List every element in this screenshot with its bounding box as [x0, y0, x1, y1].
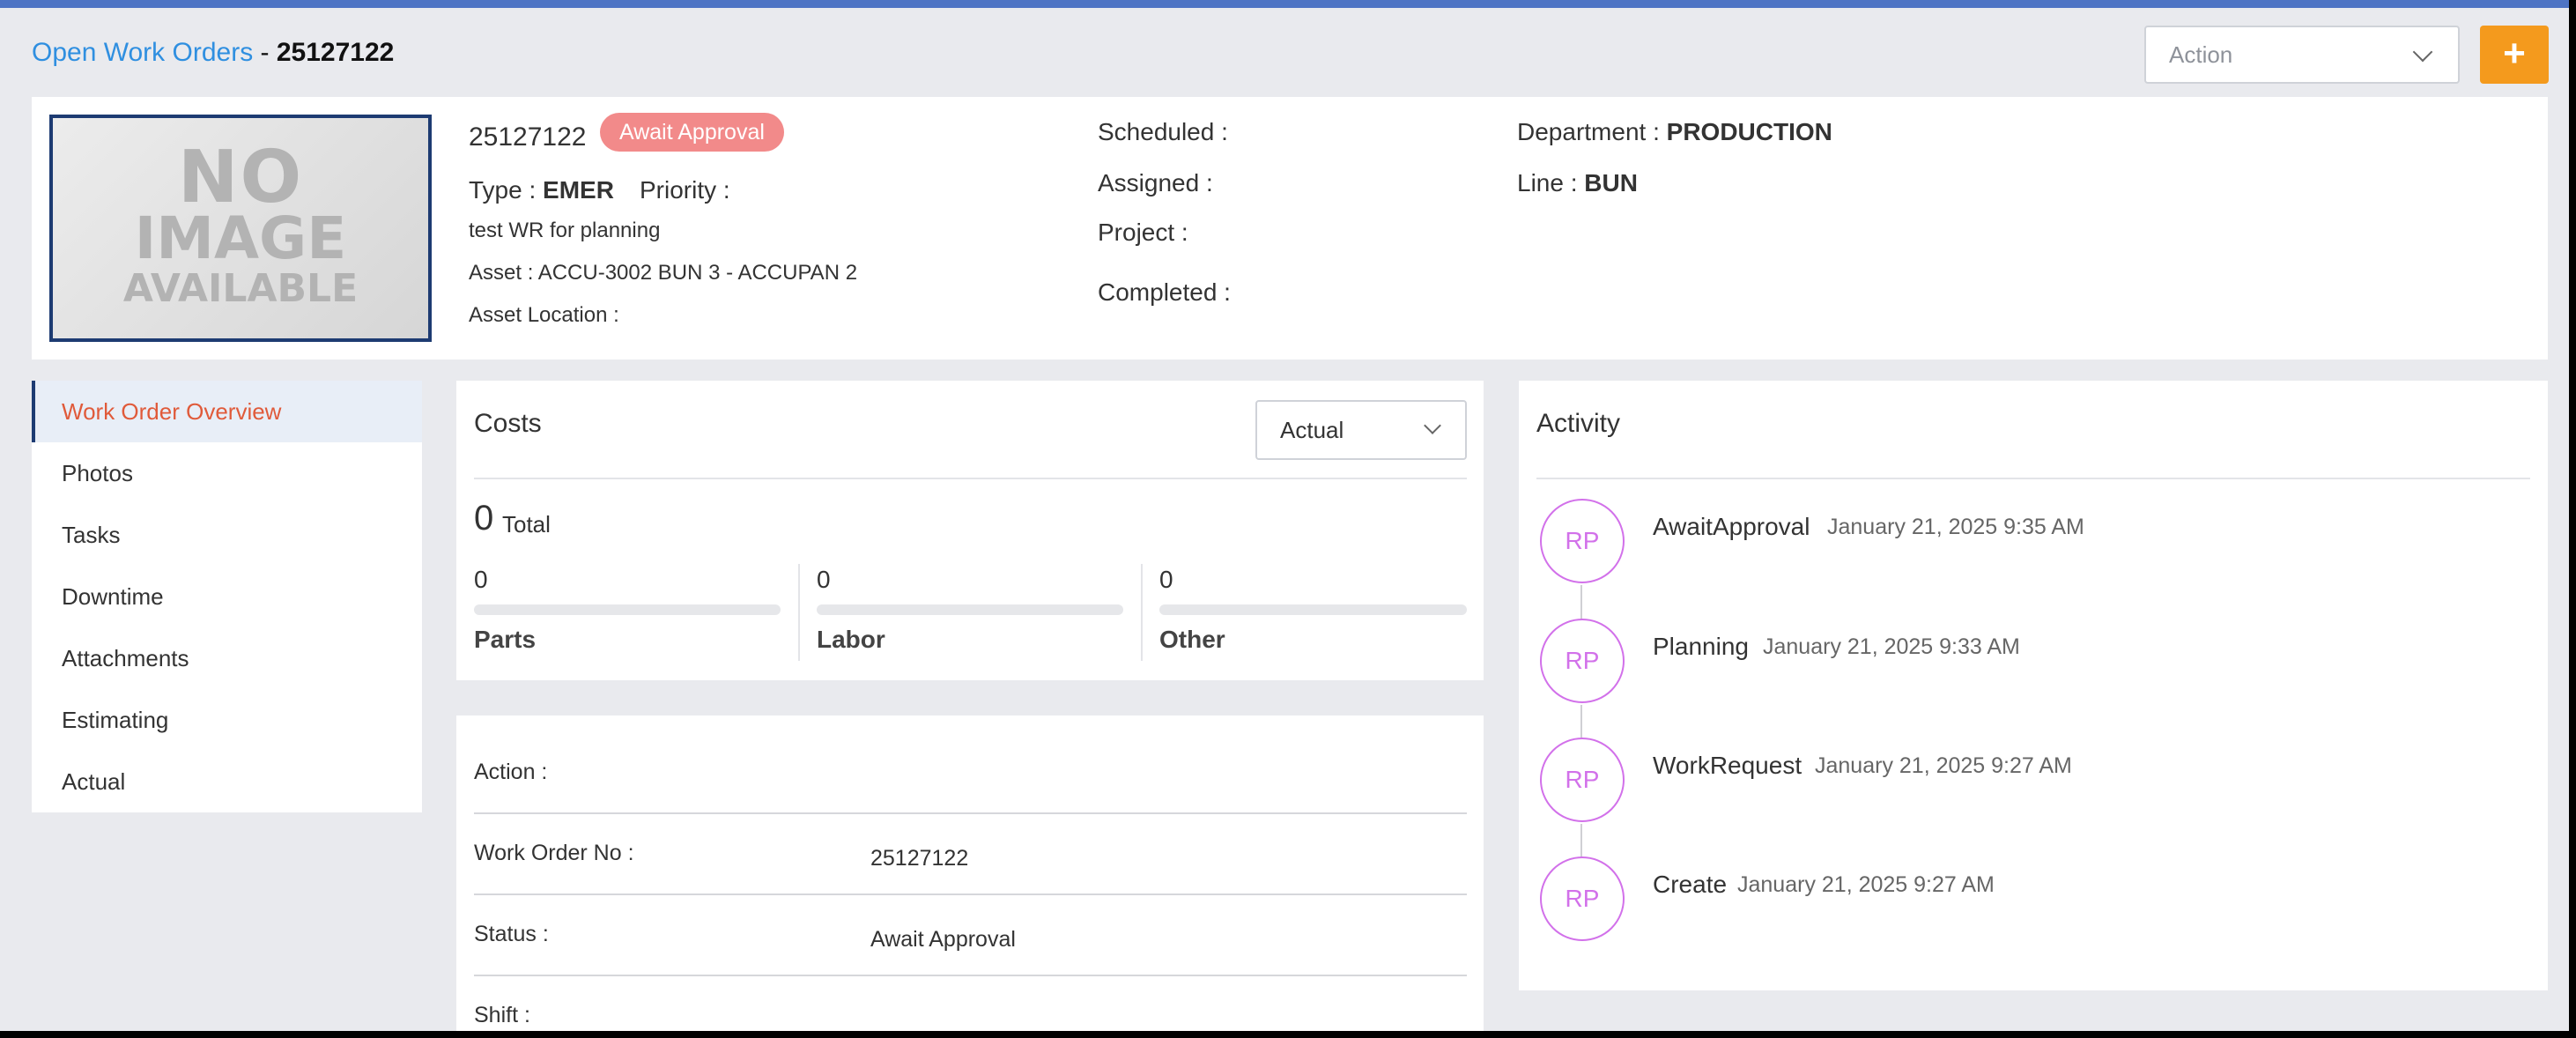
project-label: Project : — [1098, 219, 1188, 246]
page-title: Open Work Orders - 25127122 — [32, 35, 394, 70]
parts-bar — [474, 604, 781, 615]
costs-panel: Costs Actual 0 Total 0 Parts 0 Labor 0 O… — [456, 381, 1484, 680]
nav-item-photos[interactable]: Photos — [32, 442, 422, 504]
line-field: Line : BUN — [1517, 167, 1638, 199]
breadcrumb-open-work-orders[interactable]: Open Work Orders — [32, 38, 253, 67]
type-value: EMER — [543, 176, 614, 204]
type-field: Type : EMER — [469, 174, 614, 206]
no-image-line-1: NO — [177, 136, 304, 219]
costs-mode-dropdown[interactable]: Actual — [1255, 400, 1467, 460]
work-order-description: test WR for planning — [469, 219, 661, 242]
work-order-details-panel: Action : Work Order No : 25127122 Status… — [456, 715, 1484, 1031]
activity-timestamp: January 21, 2025 9:27 AM — [1737, 872, 1995, 897]
status-badge: Await Approval — [600, 113, 784, 152]
activity-timestamp: January 21, 2025 9:27 AM — [1815, 753, 2072, 778]
work-order-nav: Work Order Overview Photos Tasks Downtim… — [32, 381, 422, 812]
activity-event: AwaitApproval — [1653, 513, 1810, 540]
detail-label-status: Status : — [474, 922, 549, 946]
divider — [474, 478, 1467, 479]
activity-timestamp: January 21, 2025 9:35 AM — [1827, 515, 2084, 539]
other-label: Other — [1159, 626, 1225, 653]
no-image-line-2: IMAGE — [134, 204, 347, 272]
costs-total-label: Total — [502, 511, 551, 538]
add-button[interactable]: + — [2480, 26, 2549, 84]
no-image-line-3: AVAILABLE — [122, 266, 359, 311]
assigned-label: Assigned : — [1098, 169, 1213, 196]
detail-value-work-order-no: 25127122 — [870, 846, 969, 871]
activity-avatar: RP — [1540, 619, 1625, 703]
detail-value-status: Await Approval — [870, 927, 1016, 952]
divider — [1141, 564, 1143, 661]
type-label: Type : — [469, 176, 537, 204]
activity-avatar: RP — [1540, 499, 1625, 583]
activity-event: WorkRequest — [1653, 752, 1802, 779]
activity-title: Activity — [1536, 409, 1621, 438]
activity-event: Planning — [1653, 633, 1749, 660]
app-window: Open Work Orders - 25127122 Action + NO … — [0, 0, 2569, 1031]
costs-title: Costs — [474, 409, 542, 438]
chevron-down-icon — [2412, 41, 2433, 63]
asset-info: Asset : ACCU-3002 BUN 3 - ACCUPAN 2 — [469, 261, 858, 285]
nav-item-tasks[interactable]: Tasks — [32, 504, 422, 566]
activity-avatar: RP — [1540, 738, 1625, 822]
activity-event: Create — [1653, 871, 1728, 898]
action-dropdown[interactable]: Action — [2144, 26, 2460, 84]
work-order-summary-card: NO IMAGE AVAILABLE 25127122 Await Approv… — [32, 97, 2548, 360]
nav-item-downtime[interactable]: Downtime — [32, 566, 422, 627]
labor-label: Labor — [817, 626, 885, 653]
breadcrumb-work-order-number: 25127122 — [276, 38, 395, 67]
nav-item-work-order-overview[interactable]: Work Order Overview — [32, 381, 422, 442]
scheduled-label: Scheduled : — [1098, 118, 1228, 145]
department-label: Department : — [1517, 118, 1660, 145]
activity-avatar: RP — [1540, 856, 1625, 941]
completed-label: Completed : — [1098, 278, 1231, 306]
other-bar — [1159, 604, 1467, 615]
chevron-down-icon — [1424, 417, 1441, 434]
breadcrumb-separator: - — [253, 38, 277, 67]
detail-label-work-order-no: Work Order No : — [474, 841, 634, 865]
asset-location-label: Asset Location : — [469, 303, 619, 327]
labor-value: 0 — [817, 566, 831, 593]
department-field: Department : PRODUCTION — [1517, 116, 1832, 148]
divider — [474, 975, 1467, 976]
activity-timestamp: January 21, 2025 9:33 AM — [1763, 634, 2020, 659]
action-dropdown-placeholder: Action — [2169, 41, 2233, 68]
divider — [798, 564, 800, 661]
other-value: 0 — [1159, 566, 1173, 593]
detail-label-action: Action : — [474, 760, 548, 784]
divider — [474, 893, 1467, 895]
nav-item-actual[interactable]: Actual — [32, 751, 422, 812]
nav-item-attachments[interactable]: Attachments — [32, 627, 422, 689]
costs-total-value: 0 — [474, 499, 494, 538]
line-label: Line : — [1517, 169, 1578, 196]
detail-label-shift: Shift : — [474, 1003, 530, 1027]
no-image-placeholder: NO IMAGE AVAILABLE — [49, 115, 432, 342]
line-value: BUN — [1584, 169, 1638, 196]
divider — [1536, 478, 2530, 479]
priority-label: Priority : — [640, 176, 730, 204]
labor-bar — [817, 604, 1123, 615]
costs-mode-value: Actual — [1280, 417, 1344, 443]
activity-panel: Activity RP AwaitApproval January 21, 20… — [1519, 381, 2548, 990]
work-order-number: 25127122 — [469, 122, 587, 152]
divider — [474, 812, 1467, 814]
department-value: PRODUCTION — [1666, 118, 1832, 145]
parts-label: Parts — [474, 626, 537, 653]
parts-value: 0 — [474, 566, 488, 593]
top-accent-bar — [0, 0, 2569, 8]
nav-item-estimating[interactable]: Estimating — [32, 689, 422, 751]
